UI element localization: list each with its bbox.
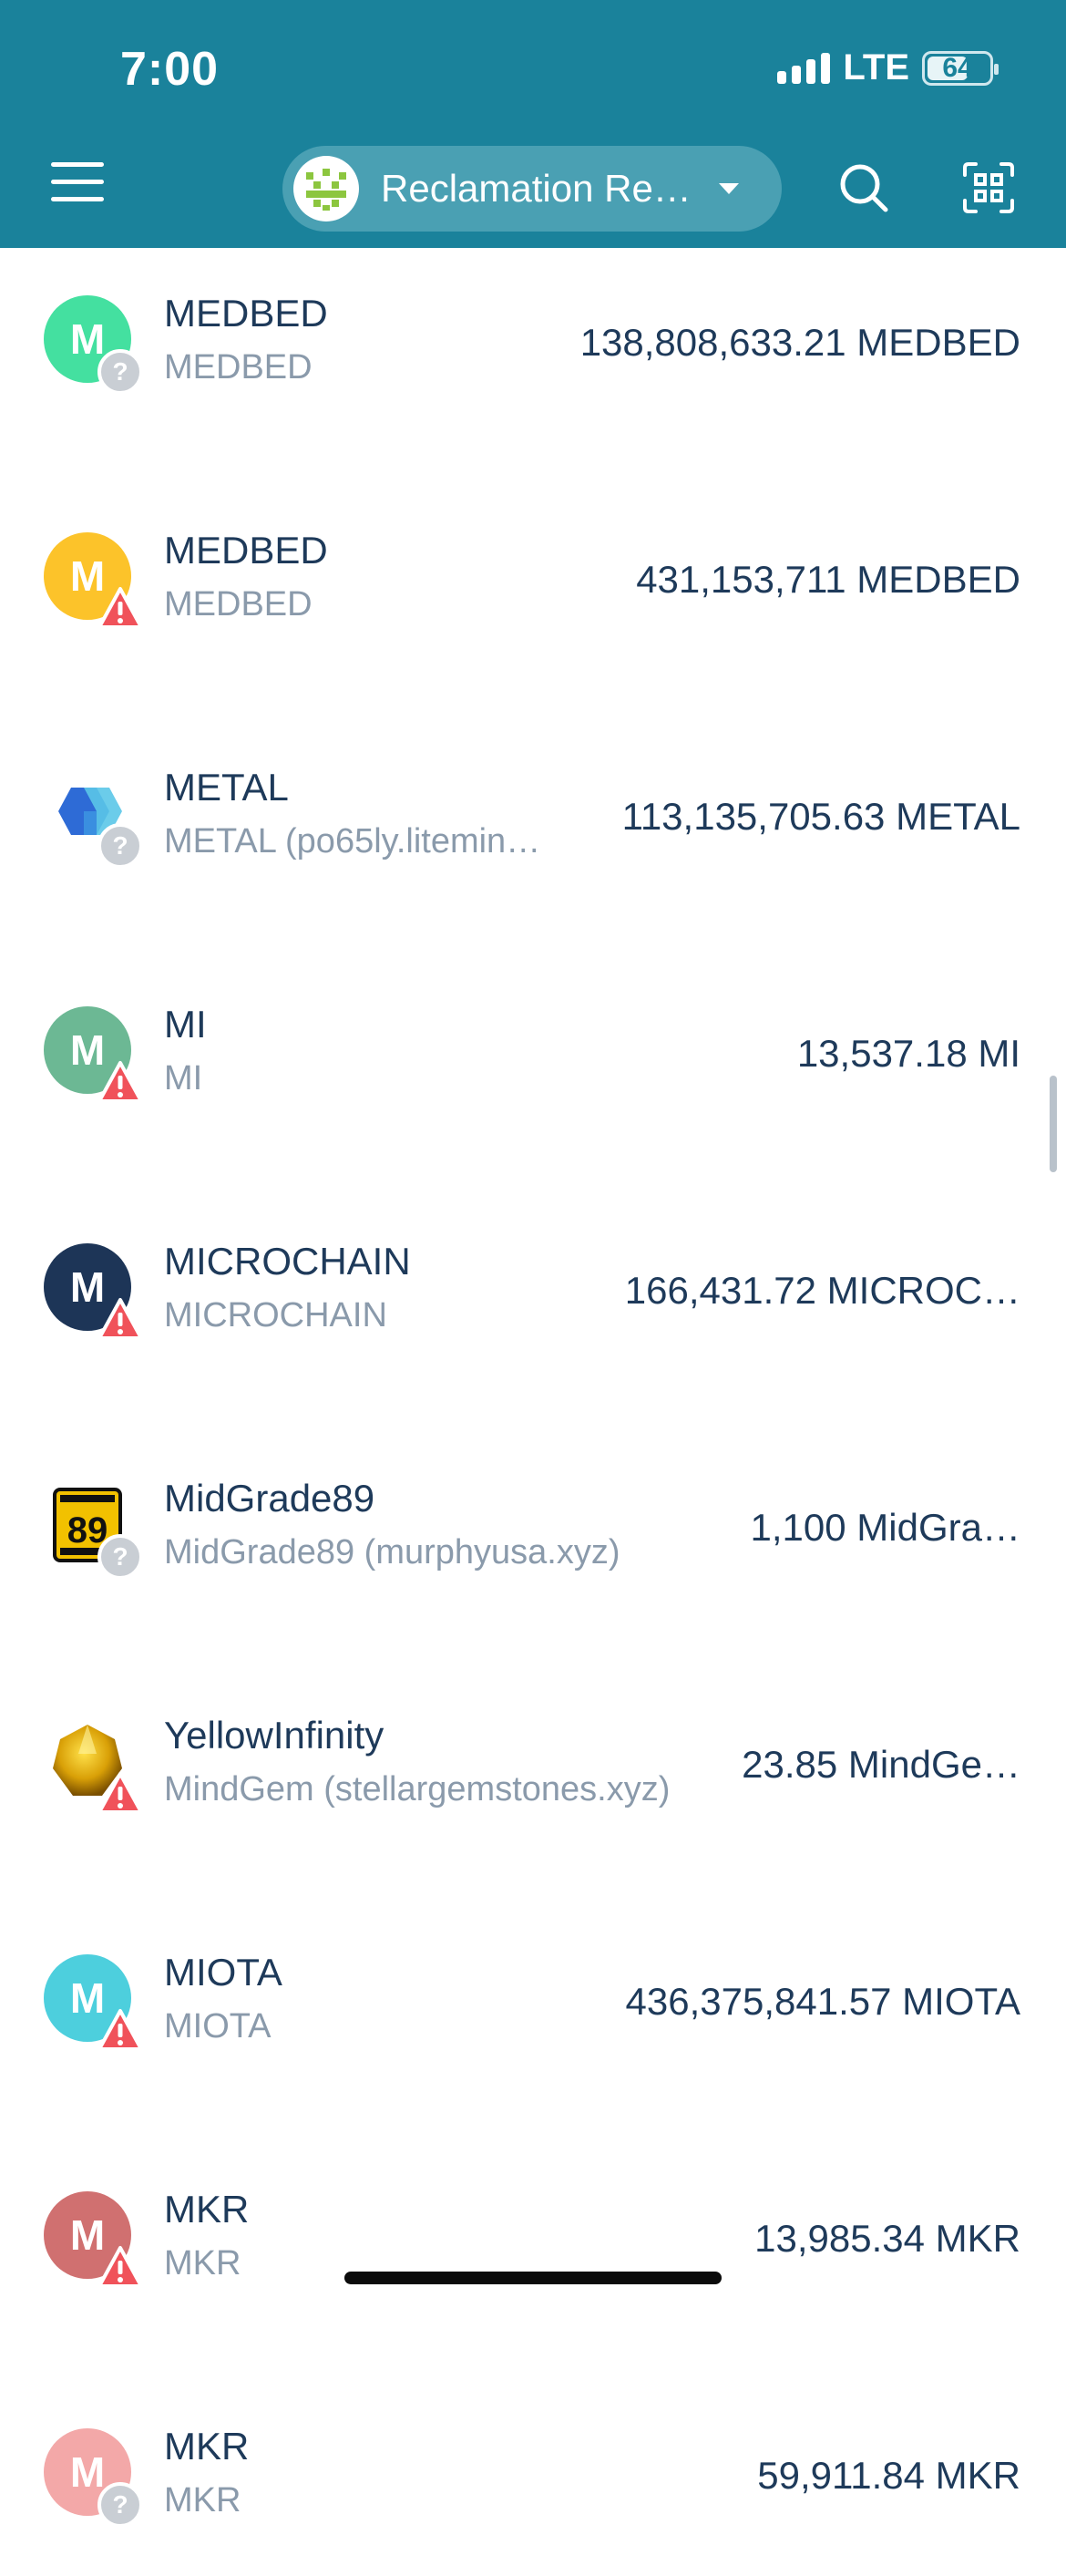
scan-icon[interactable] [961,160,1016,215]
token-balance: 59,911.84 MKR [757,2454,1020,2497]
token-name: MidGrade89 [164,1477,375,1520]
unverified-question-icon: ? [97,348,144,396]
wallet-avatar-icon [293,156,359,222]
token-name: MICROCHAIN [164,1240,411,1283]
warning-icon [97,1296,144,1344]
token-balance: 23.85 MindGe… [742,1743,1020,1786]
wallet-selector[interactable]: Reclamation Re… [282,146,782,232]
token-row[interactable]: M MKR MKR 13,985.34 MKR [0,2148,1066,2339]
warning-icon [97,585,144,633]
home-indicator[interactable] [344,2272,722,2284]
warning-icon [97,1059,144,1107]
chevron-down-icon [718,183,739,194]
token-issuer: MindGem (stellargemstones.xyz) [164,1770,671,1808]
token-balance: 166,431.72 MICROC… [624,1269,1020,1312]
warning-icon [97,2007,144,2055]
token-name: MEDBED [164,529,328,572]
token-row[interactable]: M? MEDBED MEDBED 138,808,633.21 MEDBED [0,252,1066,443]
token-balance: 431,153,711 MEDBED [636,558,1020,601]
token-balance: 13,537.18 MI [796,1032,1020,1075]
token-issuer: MEDBED [164,348,313,386]
token-name: MI [164,1003,207,1046]
hamburger-icon[interactable] [51,162,104,208]
battery-percent: 64 [942,52,973,83]
warning-icon [97,1770,144,1818]
status-time: 7:00 [120,43,220,96]
svg-text:?: ? [112,2490,128,2519]
token-issuer: MICROCHAIN [164,1296,387,1334]
token-issuer: MEDBED [164,585,313,623]
token-name: MKR [164,2425,250,2468]
token-row[interactable]: M MIOTA MIOTA 436,375,841.57 MIOTA [0,1911,1066,2102]
token-issuer: MidGrade89 (murphyusa.xyz) [164,1533,620,1571]
token-issuer: MKR [164,2244,241,2282]
svg-text:?: ? [112,357,128,386]
token-issuer: MKR [164,2481,241,2519]
token-balance: 138,808,633.21 MEDBED [579,321,1020,364]
token-issuer: METAL (po65ly.litemin… [164,822,541,860]
warning-icon [97,2244,144,2292]
status-indicators: LTE 64 [777,47,999,88]
token-row[interactable]: 89? MidGrade89 MidGrade89 (murphyusa.xyz) 1… [0,1437,1066,1628]
top-bar: 7:00 LTE 64 Reclamation Re… [0,0,1066,248]
network-type: LTE [843,47,909,88]
wallet-name: Reclamation Re… [381,167,692,210]
token-issuer: MI [164,1059,203,1097]
scrollbar[interactable] [1050,1076,1057,1172]
unverified-question-icon: ? [97,1533,144,1581]
cellular-signal-icon [777,52,831,84]
token-name: METAL [164,766,289,809]
token-name: YellowInfinity [164,1714,384,1757]
token-balance: 1,100 MidGra… [750,1506,1020,1549]
token-balance: 13,985.34 MKR [754,2217,1020,2260]
token-row[interactable]: YellowInfinity MindGem (stellargemstones.… [0,1674,1066,1865]
token-issuer: MIOTA [164,2007,272,2045]
token-row[interactable]: M MEDBED MEDBED 431,153,711 MEDBED [0,489,1066,680]
token-name: MIOTA [164,1951,282,1994]
svg-text:?: ? [112,1542,128,1571]
token-balance: 113,135,705.63 METAL [621,795,1020,838]
token-name: MEDBED [164,292,328,335]
search-icon[interactable] [836,160,891,215]
token-row[interactable]: ? METAL METAL (po65ly.litemin… 113,135,705.… [0,726,1066,917]
token-row[interactable]: M MICROCHAIN MICROCHAIN 166,431.72 MICROC… [0,1200,1066,1391]
unverified-question-icon: ? [97,2481,144,2529]
token-row[interactable]: M? MKR MKR 59,911.84 MKR [0,2385,1066,2576]
token-balance: 436,375,841.57 MIOTA [625,1980,1021,2023]
token-row[interactable]: M MI MI 13,537.18 MI [0,963,1066,1154]
svg-text:?: ? [112,831,128,860]
unverified-question-icon: ? [97,822,144,870]
battery-icon: 64 [922,50,999,86]
token-name: MKR [164,2188,250,2231]
